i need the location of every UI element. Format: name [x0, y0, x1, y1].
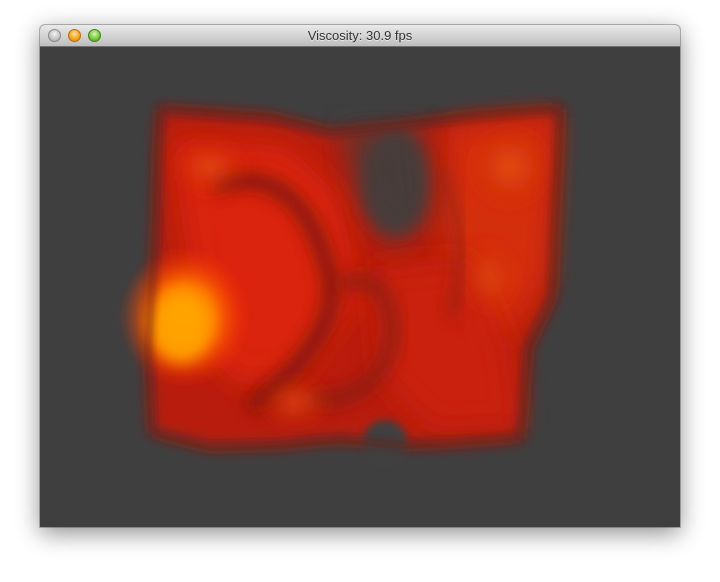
title-bar[interactable]: Viscosity: 30.9 fps: [40, 25, 680, 47]
window-title: Viscosity: 30.9 fps: [307, 28, 413, 43]
fluid-render: [120, 105, 564, 464]
app-window: Viscosity: 30.9 fps: [40, 25, 680, 527]
simulation-canvas[interactable]: [40, 47, 680, 527]
